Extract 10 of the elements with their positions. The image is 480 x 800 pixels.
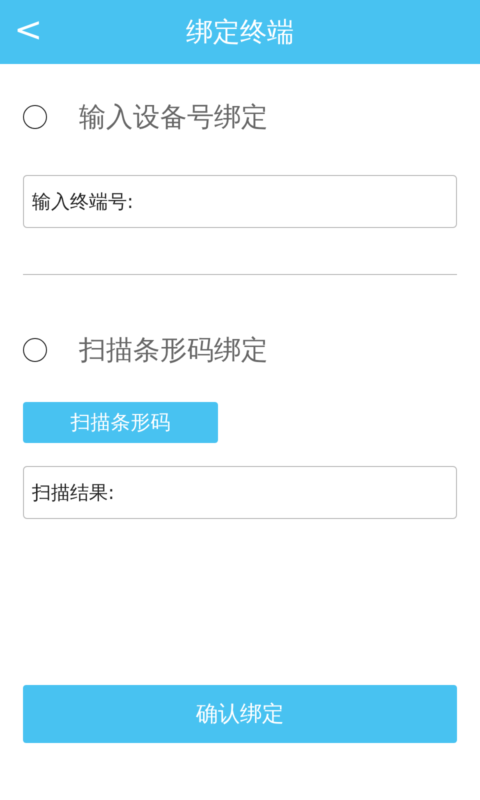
input-field[interactable]: 扫描结果:: [23, 466, 457, 519]
page-title: 绑定终端: [186, 16, 294, 50]
radio-button[interactable]: [23, 338, 47, 362]
option-label: 输入设备号绑定: [79, 101, 268, 135]
confirm-button[interactable]: 确认绑定: [23, 685, 457, 743]
radio-button[interactable]: [23, 105, 47, 129]
input-field[interactable]: 输入终端号:: [23, 175, 457, 228]
scan-barcode-button[interactable]: 扫描条形码: [23, 402, 218, 443]
back-button[interactable]: <: [8, 10, 48, 50]
option-label: 扫描条形码绑定: [79, 334, 268, 368]
